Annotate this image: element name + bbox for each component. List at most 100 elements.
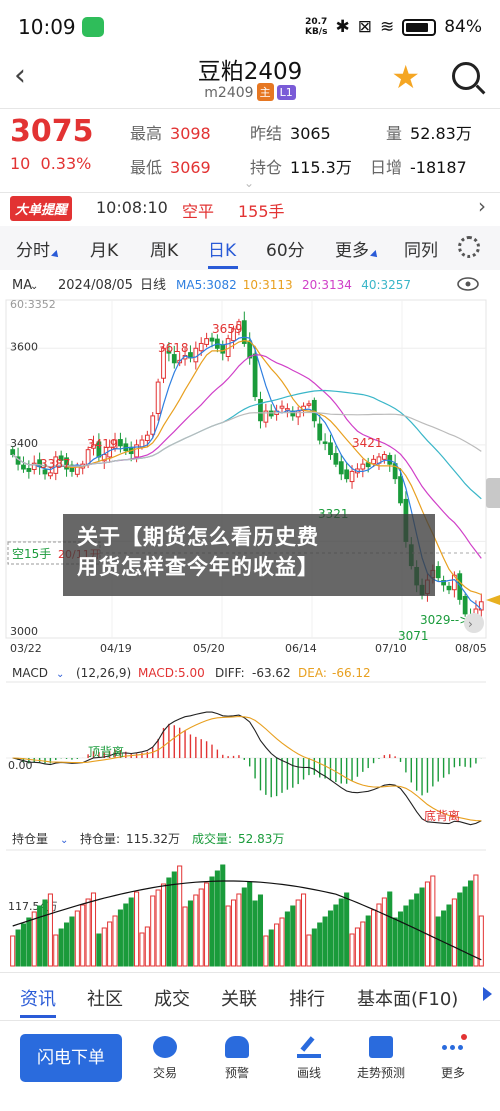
volume-bar: [301, 893, 307, 967]
macd-selector[interactable]: MACD: [12, 666, 48, 680]
daily-change-label: 日增: [370, 158, 403, 177]
volume-bar: [279, 917, 285, 967]
diff-value: -63.62: [252, 666, 291, 680]
settings-gear-icon[interactable]: [458, 236, 480, 258]
volume-field: 量 52.83万: [386, 120, 472, 144]
volume-bar: [376, 903, 382, 967]
tab-community[interactable]: 社区: [87, 985, 123, 1011]
prev-settle-label: 昨结: [250, 124, 283, 143]
volume-bar: [123, 903, 129, 967]
daily-change-value: -18187: [410, 158, 467, 177]
candle-body: [322, 441, 328, 444]
eye-icon[interactable]: [457, 277, 479, 291]
tab-related[interactable]: 关联: [221, 985, 257, 1011]
ma-legend-item: 40:3257: [361, 278, 411, 292]
side-drawer-handle[interactable]: [486, 478, 500, 508]
candle-body: [193, 347, 199, 363]
candle-body: [118, 439, 123, 447]
tab-trades[interactable]: 成交: [154, 985, 190, 1011]
tab-more[interactable]: 更多: [335, 236, 380, 261]
tab-ranking[interactable]: 排行: [289, 985, 325, 1011]
chevron-right-icon[interactable]: ›: [478, 194, 486, 218]
candle-body: [306, 403, 312, 406]
volume-bar: [198, 888, 204, 967]
volume-bar: [96, 933, 102, 967]
kline-chart-svg[interactable]: 3600 3400 3000 03/22 04/19 05/20 06/14 07/10 08/…: [0, 270, 500, 970]
volume-bar: [371, 909, 377, 967]
ma-legend-item: MA5:3082: [176, 278, 237, 292]
candle-body: [139, 439, 145, 448]
oi-selector[interactable]: 持仓量: [12, 831, 48, 846]
volume-bar: [268, 929, 274, 967]
trade-icon: [153, 1036, 177, 1058]
big-order-badge: 大单提醒: [10, 196, 73, 221]
search-icon[interactable]: [452, 62, 480, 90]
x-tick-label: 05/20: [193, 642, 225, 655]
pen-icon: [297, 1036, 321, 1058]
trend-forecast-button[interactable]: 走势预测: [351, 1036, 411, 1081]
x-tick-label: 04/19: [100, 642, 132, 655]
tab-60min[interactable]: 60分: [266, 236, 305, 261]
scroll-right-icon[interactable]: [483, 987, 492, 1001]
ticker-time: 10:08:10: [96, 198, 168, 217]
candle-body: [338, 461, 344, 475]
battery-percent: 84%: [444, 17, 482, 37]
volume-bar: [344, 892, 350, 967]
tab-weekly[interactable]: 周K: [150, 236, 178, 261]
volume-bar: [26, 917, 32, 967]
volume-bar: [128, 897, 134, 967]
short-position-label: 空15手: [12, 547, 51, 561]
collapse-icon: ›: [468, 617, 473, 631]
dropdown-icon[interactable]: ⌄: [60, 835, 68, 846]
dropdown-icon[interactable]: ⌄: [30, 281, 38, 292]
volume-bar: [20, 923, 27, 967]
prev-settle-value: 3065: [290, 124, 331, 143]
candle-body: [10, 449, 16, 456]
volume-bar: [424, 881, 430, 967]
tab-same-list[interactable]: 同列: [404, 236, 438, 261]
more-button[interactable]: 更多: [423, 1034, 483, 1081]
volume-bar: [64, 922, 70, 967]
candle-body: [371, 458, 376, 465]
volume-bar: [80, 904, 86, 967]
low-label: 最低: [130, 158, 163, 177]
status-bar: 10:09 20.7 KB/s ✱ ⊠ ≋ 84%: [0, 0, 500, 54]
alert-button[interactable]: 预警: [207, 1036, 267, 1081]
tab-daily[interactable]: 日K: [208, 236, 236, 261]
more-dots-icon: [441, 1034, 467, 1058]
trade-button[interactable]: 交易: [135, 1036, 195, 1081]
ma60-label: 60:3352: [10, 298, 56, 311]
volume-bar: [397, 911, 404, 967]
candle-body: [328, 442, 333, 456]
flash-order-button[interactable]: 闪电下单: [20, 1034, 122, 1082]
overlay-line-1: 关于【期货怎么看历史费: [77, 525, 319, 549]
tab-fundamentals[interactable]: 基本面(F10): [357, 985, 458, 1011]
volume-label: 量: [386, 124, 403, 143]
nav-bar: ‹ 豆粕2409 m2409 主 L1 ★: [0, 50, 500, 108]
volume-bar: [31, 911, 37, 967]
tab-monthly[interactable]: 月K: [90, 236, 118, 261]
candle-body: [252, 353, 258, 398]
tab-intraday[interactable]: 分时: [16, 236, 61, 261]
expand-chevron-icon[interactable]: ⌄: [244, 176, 254, 190]
favorite-star-icon[interactable]: ★: [391, 58, 420, 96]
contract-title: 豆粕2409: [197, 59, 303, 85]
draw-line-button[interactable]: 画线: [279, 1036, 339, 1081]
volume-bar: [182, 906, 188, 967]
x-tick-label: 06/14: [285, 642, 317, 655]
tab-news[interactable]: 资讯: [20, 985, 56, 1011]
divider: [0, 108, 500, 109]
dea-value: -66.12: [332, 666, 371, 680]
period-tabs: 分时 月K 周K 日K 60分 更多 同列: [0, 226, 500, 270]
dropdown-icon[interactable]: ⌄: [56, 669, 64, 680]
price-annotation: 3419: [87, 437, 118, 451]
volume-bar: [333, 904, 339, 967]
candle-body: [360, 463, 366, 470]
open-interest-label: 持仓: [250, 158, 283, 177]
chart-area[interactable]: 3600 3400 3000 03/22 04/19 05/20 06/14 07/10 08/…: [0, 270, 500, 970]
article-overlay-banner[interactable]: 关于【期货怎么看历史费 用货怎样查今年的收益】: [63, 514, 435, 596]
volume-bar: [155, 889, 161, 967]
volume-bar: [204, 882, 210, 967]
open-interest-value: 115.3万: [290, 158, 352, 177]
big-order-ticker[interactable]: 大单提醒 10:08:10 空平 155手 ›: [0, 194, 500, 222]
